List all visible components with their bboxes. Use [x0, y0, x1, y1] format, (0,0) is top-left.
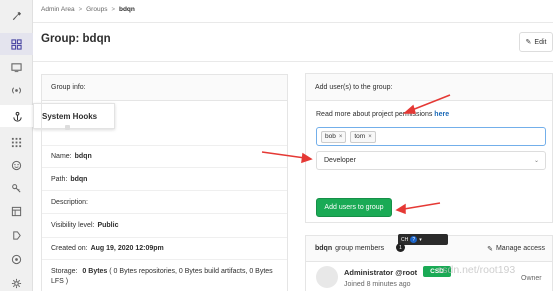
- watermark: csdn.net/root193: [437, 264, 516, 276]
- access-level-select[interactable]: Developer ⌄: [316, 151, 546, 170]
- wrench-icon[interactable]: [0, 5, 33, 27]
- members-group-name: bdqn: [315, 245, 333, 252]
- admin-sidebar: [0, 0, 34, 291]
- name-value: bdqn: [74, 153, 92, 160]
- permissions-text: Read more about project permissions: [316, 111, 433, 118]
- avatar: [316, 266, 338, 288]
- visibility-label: Visibility level:: [51, 222, 95, 229]
- chevron-right-icon: >: [78, 6, 83, 13]
- visibility-row: Visibility level: Public: [42, 213, 287, 237]
- broadcast-icon[interactable]: [0, 79, 33, 101]
- breadcrumb-groups[interactable]: Groups: [86, 6, 107, 13]
- smiley-icon[interactable]: [0, 154, 33, 176]
- user-token-tom[interactable]: tom ×: [350, 130, 376, 143]
- divider: [33, 61, 553, 62]
- visibility-value: Public: [97, 222, 119, 229]
- chevron-down-icon: ⌄: [533, 158, 539, 164]
- group-avatar: [60, 120, 74, 134]
- breadcrumb: Admin Area > Groups > bdqn: [41, 6, 135, 13]
- apps-grid-icon[interactable]: [0, 131, 33, 153]
- manage-access-button[interactable]: ✎ Manage access: [487, 241, 545, 256]
- floating-toolbar[interactable]: CH ? ▾: [398, 234, 448, 245]
- storage-label: Storage:: [51, 268, 78, 275]
- member-count-badge: 1: [396, 243, 405, 252]
- edit-button[interactable]: ✎ Edit: [519, 32, 553, 52]
- member-role: Owner: [521, 275, 542, 282]
- add-users-header: Add user(s) to the group:: [306, 74, 552, 101]
- add-users-button[interactable]: Add users to group: [316, 198, 392, 217]
- appearance-icon[interactable]: [0, 248, 33, 270]
- member-joined: Joined 8 minutes ago: [344, 281, 411, 288]
- user-search-input[interactable]: bob × tom ×: [316, 127, 546, 146]
- user-token-bob[interactable]: bob ×: [321, 130, 347, 143]
- group-info-panel: Group info: Name: bdqn Path: bdqn Descript…: [41, 74, 288, 291]
- members-header-suffix: group members: [335, 245, 385, 252]
- labels-icon[interactable]: [0, 224, 33, 246]
- token-label: tom: [354, 133, 366, 140]
- chevron-down-icon[interactable]: ▾: [419, 237, 422, 243]
- permissions-help: Read more about project permissions here: [316, 111, 449, 118]
- key-icon[interactable]: [0, 177, 33, 199]
- group-description-row: Description:: [42, 190, 287, 213]
- permissions-link[interactable]: here: [434, 111, 449, 118]
- remove-token-icon[interactable]: ×: [339, 134, 343, 140]
- edit-pencil-icon: ✎: [525, 39, 532, 46]
- overview-grid-icon[interactable]: [0, 33, 33, 55]
- template-icon[interactable]: [0, 200, 33, 222]
- created-label: Created on:: [51, 245, 88, 252]
- storage-row: Storage: 0 Bytes ( 0 Bytes repositories,…: [42, 259, 287, 291]
- path-value: bdqn: [70, 175, 88, 183]
- monitor-icon[interactable]: [0, 56, 33, 78]
- created-value: Aug 19, 2020 12:09pm: [90, 245, 164, 252]
- access-level-value: Developer: [324, 157, 356, 164]
- page-title: Group: bdqn: [41, 33, 111, 45]
- divider: [33, 22, 553, 23]
- toolbar-label: CH: [401, 236, 409, 243]
- system-hooks-anchor-icon[interactable]: [0, 105, 34, 127]
- name-label: Name:: [51, 153, 72, 160]
- settings-gear-icon[interactable]: [0, 272, 33, 291]
- add-users-panel: Add user(s) to the group: Read more abou…: [305, 73, 553, 223]
- member-name[interactable]: Administrator @root: [344, 268, 417, 277]
- edit-button-label: Edit: [534, 38, 547, 46]
- breadcrumb-current[interactable]: bdqn: [119, 6, 135, 13]
- breadcrumb-admin-area[interactable]: Admin Area: [41, 6, 75, 13]
- chevron-right-icon: >: [111, 6, 115, 13]
- group-name-row: Name: bdqn: [42, 145, 287, 167]
- manage-access-label: Manage access: [495, 245, 545, 252]
- storage-value: 0 Bytes: [82, 268, 108, 275]
- help-icon[interactable]: ?: [410, 236, 418, 243]
- edit-pencil-icon: ✎: [487, 245, 493, 253]
- group-info-header: Group info:: [42, 75, 287, 101]
- created-row: Created on: Aug 19, 2020 12:09pm: [42, 237, 287, 259]
- description-label: Description:: [51, 198, 88, 206]
- group-path-row: Path: bdqn: [42, 167, 287, 190]
- remove-token-icon[interactable]: ×: [368, 134, 372, 140]
- path-label: Path:: [51, 175, 68, 183]
- token-label: bob: [325, 133, 336, 140]
